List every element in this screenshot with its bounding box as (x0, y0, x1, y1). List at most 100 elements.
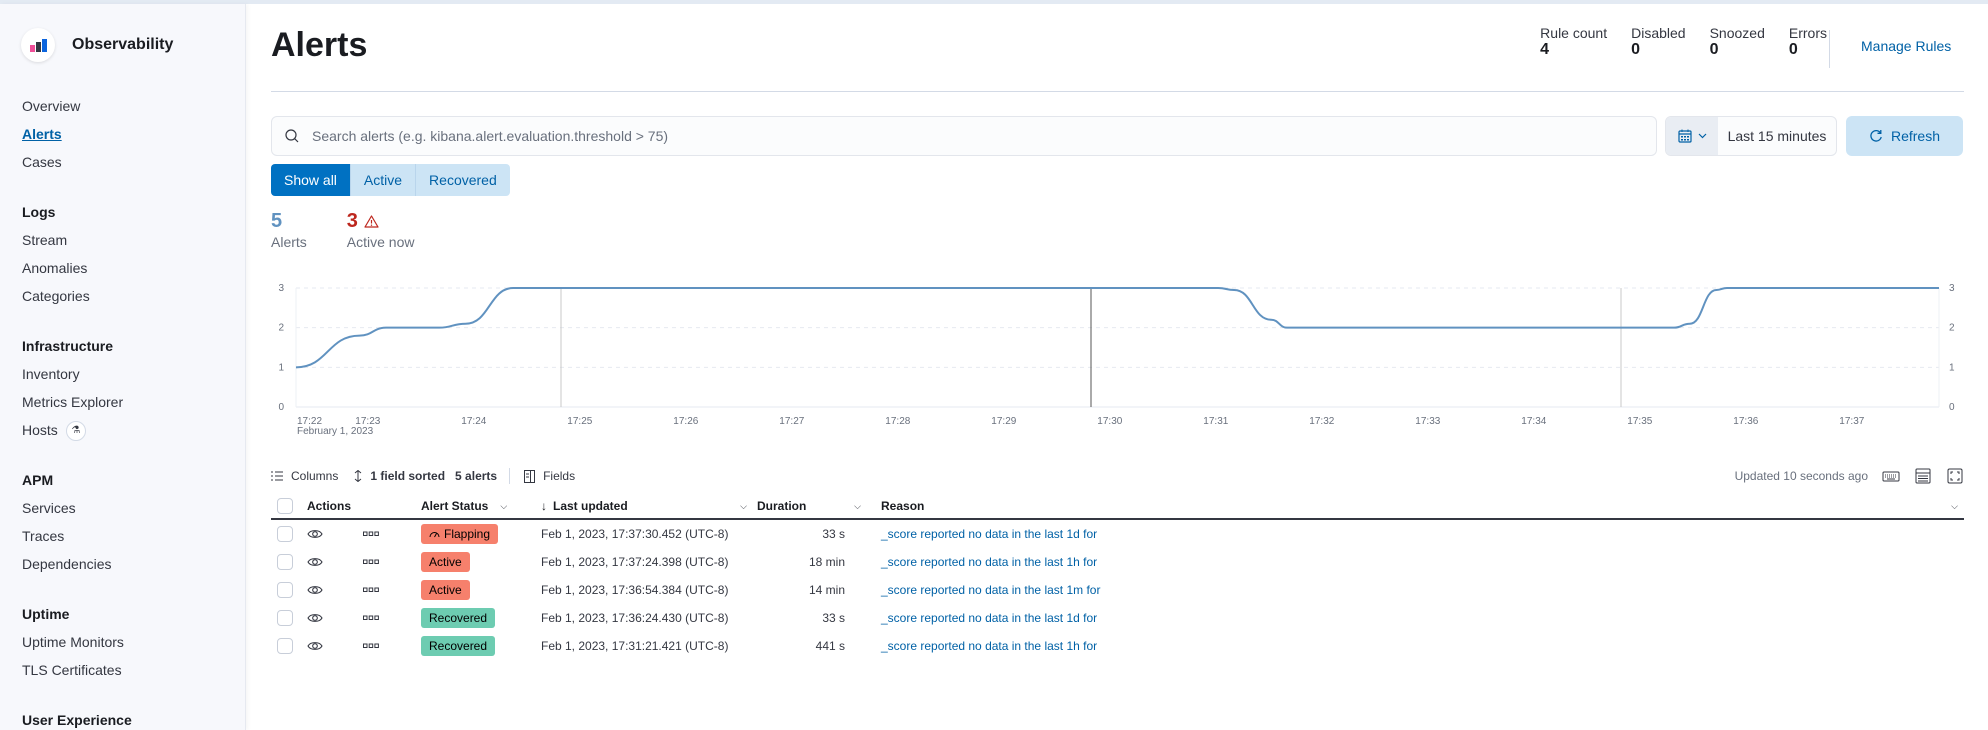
more-actions-button[interactable] (363, 643, 379, 649)
reason-link[interactable]: _score reported no data in the last 1m f… (881, 583, 1100, 597)
reason-link[interactable]: _score reported no data in the last 1d f… (881, 527, 1097, 541)
search-input[interactable] (312, 128, 1612, 144)
manage-rules-link[interactable]: Manage Rules (1861, 38, 1951, 54)
y-tick-label-right: 2 (1949, 323, 1955, 334)
reason-link[interactable]: _score reported no data in the last 1d f… (881, 611, 1097, 625)
fields-button[interactable]: Fields (524, 469, 575, 483)
last-updated-cell: Feb 1, 2023, 17:37:24.398 (UTC-8) (541, 555, 729, 569)
sidebar-item-inventory[interactable]: Inventory (22, 360, 232, 388)
status-badge: Active (421, 580, 470, 600)
sidebar-item-traces[interactable]: Traces (22, 522, 232, 550)
observability-logo-icon (21, 28, 55, 62)
row-checkbox[interactable] (277, 526, 293, 542)
row-checkbox[interactable] (277, 554, 293, 570)
table-row: Active Feb 1, 2023, 17:37:24.398 (UTC-8)… (271, 548, 1964, 576)
status-badge-label: Flapping (444, 527, 491, 541)
calendar-icon (1677, 129, 1692, 143)
active-alerts-count: 3 (347, 210, 415, 232)
status-filter: Show all Active Recovered (271, 164, 510, 196)
stat-errors: Errors 0 (1789, 25, 1827, 59)
sidebar-item-uptime-monitors[interactable]: Uptime Monitors (22, 628, 232, 656)
sidebar-item-cases[interactable]: Cases (22, 148, 232, 176)
view-details-button[interactable] (307, 556, 323, 568)
date-range-value[interactable]: Last 15 minutes (1718, 117, 1836, 155)
flapping-icon (429, 524, 440, 544)
x-tick-label: 17:24 (461, 416, 486, 427)
sidebar-item-services[interactable]: Services (22, 494, 232, 522)
ellipsis-icon (363, 587, 379, 592)
column-header-last-updated[interactable]: ↓ Last updated ⌵ (541, 493, 747, 519)
status-badge-label: Recovered (429, 639, 488, 653)
status-badge-label: Active (429, 583, 462, 597)
filter-active[interactable]: Active (350, 164, 417, 196)
refresh-button[interactable]: Refresh (1846, 116, 1963, 156)
more-actions-button[interactable] (363, 531, 379, 537)
sort-descending-icon: ↓ (541, 499, 547, 513)
column-header-status-label: Alert Status (421, 499, 489, 513)
column-header-status[interactable]: Alert Status ⌵ (421, 493, 521, 519)
column-header-last-updated-label: Last updated (553, 499, 628, 513)
stat-snoozed: Snoozed 0 (1710, 25, 1765, 59)
y-tick-label-right: 1 (1949, 362, 1955, 373)
view-details-button[interactable] (307, 528, 323, 540)
last-updated-cell: Feb 1, 2023, 17:37:30.452 (UTC-8) (541, 527, 729, 541)
table-body: Flapping Feb 1, 2023, 17:37:30.452 (UTC-… (271, 520, 1964, 660)
view-details-button[interactable] (307, 612, 323, 624)
sidebar-item-hosts-label: Hosts (22, 422, 58, 438)
sidebar-group-apm: APM (22, 472, 54, 488)
chevron-down-icon: ⌵ (854, 500, 861, 511)
sidebar-item-tls-certificates[interactable]: TLS Certificates (22, 656, 232, 684)
select-all-cell (277, 493, 293, 519)
sorted-label: 1 field sorted (370, 469, 446, 483)
more-actions-button[interactable] (363, 615, 379, 621)
search-bar[interactable] (271, 116, 1657, 156)
fullscreen-icon[interactable] (1946, 467, 1964, 485)
row-checkbox[interactable] (277, 582, 293, 598)
filter-show-all[interactable]: Show all (271, 164, 351, 196)
more-actions-button[interactable] (363, 587, 379, 593)
select-all-checkbox[interactable] (277, 498, 293, 514)
view-details-button[interactable] (307, 640, 323, 652)
sidebar-item-alerts[interactable]: Alerts (22, 120, 232, 148)
sidebar-item-dependencies[interactable]: Dependencies (22, 550, 232, 578)
quick-select-button[interactable] (1666, 117, 1718, 155)
brand[interactable]: Observability (21, 28, 173, 62)
stat-value: 0 (1709, 41, 1719, 58)
y-tick-label-right: 3 (1949, 283, 1955, 294)
eye-icon (307, 530, 323, 538)
sidebar-group-uptime: Uptime (22, 606, 70, 622)
keyboard-shortcuts-icon[interactable] (1882, 467, 1900, 485)
column-header-duration[interactable]: Duration ⌵ (757, 493, 861, 519)
reason-link[interactable]: _score reported no data in the last 1h f… (881, 639, 1097, 653)
stat-label: Disabled (1631, 25, 1686, 41)
columns-label: Columns (291, 469, 339, 483)
column-header-reason[interactable]: Reason ⌵ (881, 493, 1964, 519)
sort-fields-button[interactable]: 1 field sorted (354, 469, 445, 483)
x-axis-date-label: February 1, 2023 (297, 426, 374, 437)
stat-value: 0 (1631, 41, 1641, 58)
sidebar-item-anomalies[interactable]: Anomalies (22, 254, 232, 282)
duration-cell: 33 s (822, 611, 845, 625)
sidebar-item-metrics-explorer[interactable]: Metrics Explorer (22, 388, 232, 416)
sidebar-item-stream[interactable]: Stream (22, 226, 232, 254)
sidebar-item-hosts[interactable]: Hosts ⚗ (22, 416, 232, 444)
beaker-icon: ⚗ (65, 421, 86, 442)
reason-link[interactable]: _score reported no data in the last 1h f… (881, 555, 1097, 569)
sidebar: Observability Overview Alerts Cases Logs… (0, 4, 246, 730)
more-actions-button[interactable] (363, 559, 379, 565)
last-updated-cell: Feb 1, 2023, 17:36:24.430 (UTC-8) (541, 611, 729, 625)
sidebar-item-categories[interactable]: Categories (22, 282, 232, 310)
sidebar-item-overview[interactable]: Overview (22, 92, 232, 120)
row-checkbox[interactable] (277, 610, 293, 626)
toolbar-divider (509, 468, 511, 484)
app-name: Observability (72, 36, 174, 53)
display-options-icon[interactable] (1914, 467, 1932, 485)
filter-recovered[interactable]: Recovered (416, 164, 510, 196)
columns-button[interactable]: Columns (271, 469, 338, 483)
sidebar-group-user-experience: User Experience (22, 712, 132, 728)
chevron-down-icon: ⌵ (1951, 500, 1958, 511)
row-checkbox[interactable] (277, 638, 293, 654)
view-details-button[interactable] (307, 584, 323, 596)
x-tick-label: 17:26 (673, 416, 698, 427)
date-picker[interactable]: Last 15 minutes (1665, 116, 1837, 156)
